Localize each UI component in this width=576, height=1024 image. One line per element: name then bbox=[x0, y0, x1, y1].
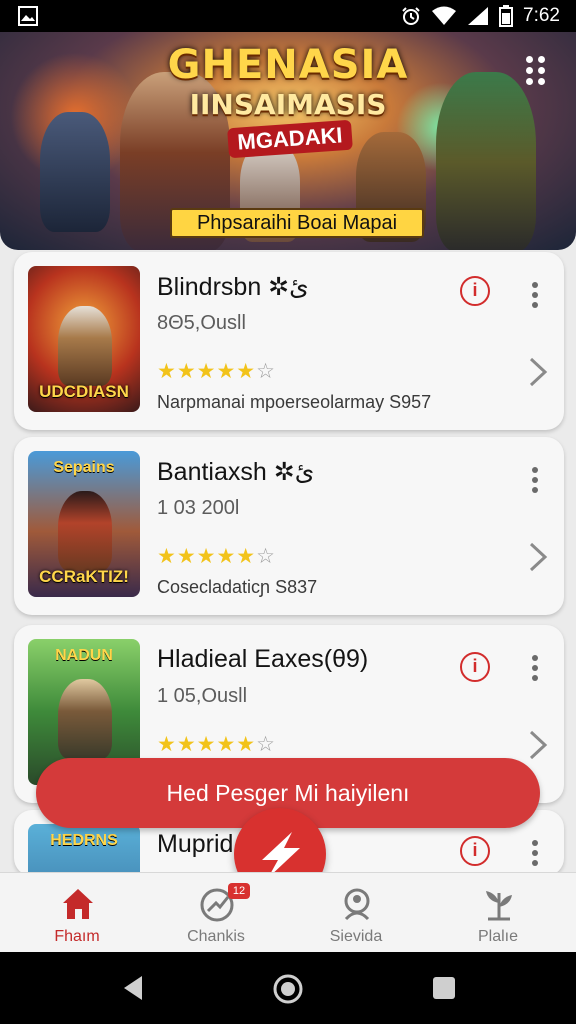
home-circle-icon[interactable] bbox=[272, 973, 304, 1005]
status-bar: 7:62 bbox=[0, 0, 576, 32]
more-vert-icon[interactable] bbox=[532, 840, 540, 868]
nav-item-charts[interactable]: 12 Chankis bbox=[144, 873, 288, 953]
info-icon[interactable]: i bbox=[460, 652, 490, 682]
game-thumbnail: UDCDIASN bbox=[28, 266, 140, 412]
game-downloads: 1 05,Ousll bbox=[157, 685, 248, 707]
game-downloads: 1 03 200l bbox=[157, 497, 240, 519]
signal-icon bbox=[468, 7, 489, 25]
banner-badge: MGADAKI bbox=[227, 119, 353, 159]
more-vert-icon[interactable] bbox=[532, 467, 540, 495]
thumbnail-hero bbox=[58, 679, 112, 759]
back-icon[interactable] bbox=[122, 974, 144, 1002]
recents-icon[interactable] bbox=[432, 976, 456, 1000]
wifi-icon bbox=[432, 6, 457, 25]
game-thumbnail: Sepains CCRaKTIZ! bbox=[28, 451, 140, 597]
game-downloads: 8Θ5,Ousll bbox=[157, 312, 246, 334]
notification-badge: 12 bbox=[228, 883, 250, 899]
nav-label: Sievida bbox=[329, 928, 383, 945]
hero-banner[interactable]: GHENASIA IINSAIMASIS MGADAKI Phpsaraihi … bbox=[0, 32, 576, 250]
thumbnail-text: UDCDIASN bbox=[39, 382, 129, 401]
chevron-right-icon[interactable] bbox=[526, 356, 550, 388]
nav-item-search[interactable]: Sievida bbox=[284, 873, 428, 953]
thumbnail-top-text: Sepains bbox=[53, 459, 115, 476]
status-icons: 7:62 bbox=[401, 4, 560, 28]
nav-label: Fhaım bbox=[54, 928, 100, 945]
game-title: Muprid bbox=[157, 830, 234, 858]
game-description: Cosecladaticɲ S837 bbox=[157, 577, 318, 597]
info-icon[interactable]: i bbox=[460, 836, 490, 866]
image-icon bbox=[18, 6, 38, 26]
banner-title: GHENASIA bbox=[167, 42, 409, 88]
plant-icon bbox=[486, 891, 512, 921]
grid-dots-icon[interactable] bbox=[526, 56, 550, 88]
chevron-right-icon[interactable] bbox=[526, 541, 550, 573]
system-navigation-bar bbox=[0, 952, 576, 1024]
nav-item-plant[interactable]: Plalıe bbox=[426, 873, 570, 953]
chevron-right-icon[interactable] bbox=[526, 729, 550, 761]
home-icon bbox=[63, 889, 93, 919]
game-card[interactable]: UDCDIASN Blindrsbn ✲ئ 8Θ5,Ousll ★★★★★☆ N… bbox=[14, 252, 564, 430]
thumbnail-hero bbox=[58, 491, 112, 571]
bottom-navigation: Fhaım 12 Chankis Sievida Plalıe bbox=[0, 872, 576, 952]
thumbnail-top-text: NADUN bbox=[55, 647, 113, 664]
game-thumbnail: HEDRNS bbox=[28, 824, 140, 876]
alarm-icon bbox=[402, 7, 420, 25]
nav-label: Plalıe bbox=[477, 928, 519, 945]
game-title: Blindrsbn ✲ئ bbox=[157, 273, 309, 301]
more-vert-icon[interactable] bbox=[532, 655, 540, 683]
more-vert-icon[interactable] bbox=[532, 282, 540, 310]
game-title: Bantiaxsh ✲ئ bbox=[157, 458, 315, 486]
search-profile-icon bbox=[344, 888, 370, 921]
nav-label: Chankis bbox=[187, 928, 245, 945]
game-title: Hladieal Eaxes(θ9) bbox=[157, 645, 369, 673]
game-description: Narpmanai mpoerseolarmay S957 bbox=[157, 392, 432, 412]
rating-stars: ★★★★★☆ bbox=[157, 545, 276, 568]
thumbnail-hero bbox=[58, 306, 112, 386]
battery-icon bbox=[499, 5, 514, 27]
thumbnail-text: CCRaKTIZ! bbox=[39, 567, 129, 586]
rating-stars: ★★★★★☆ bbox=[157, 733, 276, 756]
banner-caption: Phpsaraihi Boai Mapai bbox=[170, 208, 424, 238]
rating-stars: ★★★★★☆ bbox=[157, 360, 276, 383]
nav-item-home[interactable]: Fhaım bbox=[5, 873, 149, 953]
banner-subtitle: IINSAIMASIS bbox=[189, 88, 387, 121]
info-icon[interactable]: i bbox=[460, 276, 490, 306]
game-card[interactable]: Sepains CCRaKTIZ! Bantiaxsh ✲ئ 1 03 200l… bbox=[14, 437, 564, 615]
thumbnail-top-text: HEDRNS bbox=[50, 832, 118, 849]
banner-character-left bbox=[40, 112, 110, 232]
clock: 7:62 bbox=[523, 5, 560, 26]
